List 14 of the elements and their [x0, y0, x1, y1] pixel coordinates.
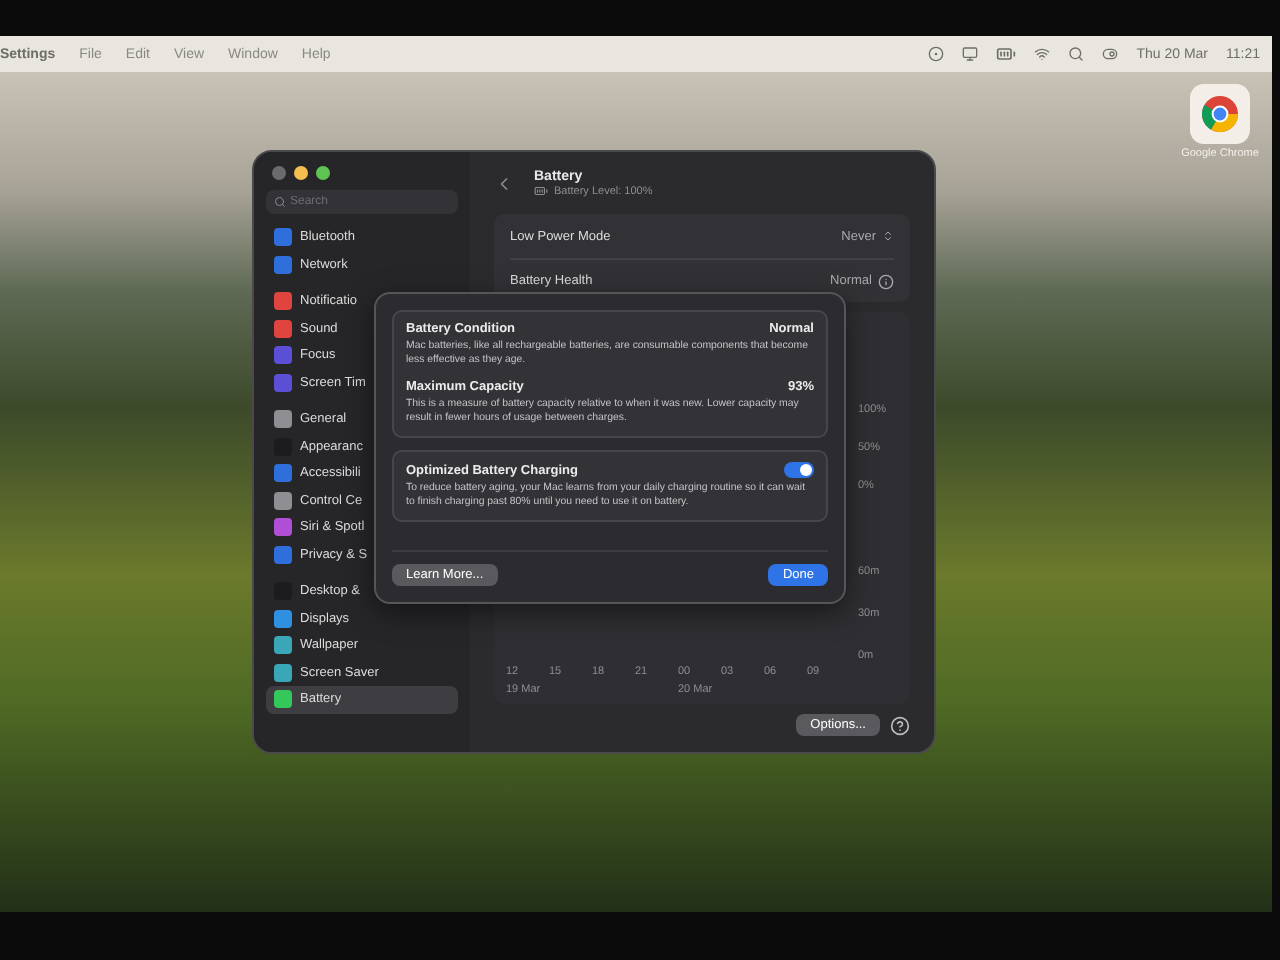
toggle-switch[interactable]: [784, 462, 814, 479]
display-icon[interactable]: [962, 46, 979, 62]
info-icon: [878, 273, 894, 289]
help-icon[interactable]: [890, 715, 910, 735]
battery-icon[interactable]: [996, 44, 1017, 64]
control-center-icon[interactable]: [1102, 46, 1119, 62]
battery-icon: [534, 184, 548, 198]
status-icon[interactable]: [928, 46, 945, 62]
minimize-button[interactable]: [294, 166, 308, 180]
browser-app-icon[interactable]: [1190, 84, 1250, 144]
search-icon[interactable]: [1068, 46, 1085, 62]
zoom-button[interactable]: [316, 166, 330, 180]
wifi-icon[interactable]: [1034, 46, 1051, 62]
close-button[interactable]: [272, 166, 286, 180]
